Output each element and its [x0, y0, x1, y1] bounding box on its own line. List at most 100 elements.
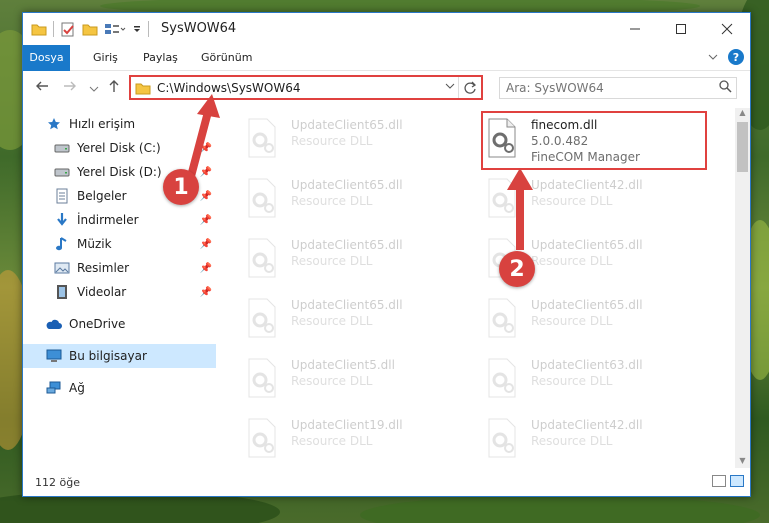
sidebar-item-this-pc[interactable]: Bu bilgisayar [23, 344, 216, 368]
quick-access-toolbar [31, 21, 149, 37]
sidebar-item-label: Hızlı erişim [69, 117, 136, 131]
sidebar-item-pictures[interactable]: Resimler 📌 [23, 256, 216, 280]
file-type: Resource DLL [531, 194, 613, 208]
sidebar-item-label: Bu bilgisayar [69, 349, 147, 363]
navigation-bar: C:\Windows\SysWOW64 [23, 71, 750, 105]
forward-button[interactable] [63, 79, 77, 97]
sidebar-item-label: Yerel Disk (D:) [77, 165, 162, 179]
folder-icon [31, 24, 47, 36]
file-name: UpdateClient42.dll [531, 178, 643, 192]
list-item[interactable]: UpdateClient63.dll Resource DLL [459, 352, 679, 408]
view-options-icon[interactable] [104, 22, 126, 36]
view-switcher [712, 475, 744, 487]
search-icon[interactable] [714, 80, 736, 96]
dll-file-icon [488, 418, 516, 458]
sidebar-item-label: Ağ [69, 381, 85, 395]
sidebar-item-downloads[interactable]: İndirmeler 📌 [23, 208, 216, 232]
list-item[interactable]: UpdateClient65.dll Resource DLL [219, 172, 439, 228]
folder-icon [135, 83, 151, 94]
chevron-down-icon [445, 83, 455, 89]
maximize-button[interactable] [658, 13, 704, 45]
pin-icon[interactable]: 📌 [200, 167, 212, 178]
sidebar-item-quick-access[interactable]: Hızlı erişim [23, 112, 216, 136]
file-type: Resource DLL [291, 374, 373, 388]
address-path[interactable]: C:\Windows\SysWOW64 [157, 81, 442, 95]
up-arrow-icon [109, 80, 119, 92]
ribbon-tabs: Dosya Giriş Paylaş Görünüm ? [23, 45, 750, 101]
scroll-down-arrow[interactable]: ▼ [735, 456, 750, 468]
file-name: UpdateClient65.dll [291, 298, 403, 312]
file-name: UpdateClient19.dll [291, 418, 403, 432]
list-item[interactable]: UpdateClient65.dll Resource DLL [219, 292, 439, 348]
list-item[interactable]: UpdateClient65.dll Resource DLL [459, 232, 679, 288]
list-item[interactable]: UpdateClient65.dll Resource DLL [219, 232, 439, 288]
refresh-button[interactable] [458, 77, 481, 98]
toolbar-divider [148, 21, 149, 37]
pictures-icon [53, 261, 71, 275]
status-bar: 112 öğe [23, 468, 750, 496]
scroll-thumb[interactable] [737, 122, 748, 172]
close-button[interactable] [704, 13, 750, 45]
pin-icon[interactable]: 📌 [200, 215, 212, 226]
cloud-icon [45, 318, 63, 330]
pin-icon[interactable]: 📌 [200, 191, 212, 202]
pin-icon[interactable]: 📌 [200, 287, 212, 298]
properties-icon[interactable] [60, 21, 76, 37]
large-icons-view-button[interactable] [730, 475, 744, 487]
recent-locations-button[interactable] [89, 81, 99, 97]
sidebar-item-network[interactable]: Ağ [23, 376, 216, 400]
file-name: UpdateClient5.dll [291, 358, 395, 372]
list-item[interactable]: UpdateClient42.dll Resource DLL [459, 412, 679, 460]
list-item[interactable]: UpdateClient65.dll Resource DLL [219, 112, 439, 168]
list-item[interactable]: UpdateClient5.dll Resource DLL [219, 352, 439, 408]
dll-file-icon [248, 178, 276, 218]
file-type: Resource DLL [531, 254, 613, 268]
pin-icon[interactable]: 📌 [200, 239, 212, 250]
list-item[interactable]: UpdateClient42.dll Resource DLL [459, 172, 679, 228]
file-name: UpdateClient65.dll [531, 298, 643, 312]
sidebar-item-local-disk-c[interactable]: Yerel Disk (C:) 📌 [23, 136, 216, 160]
dll-file-icon [488, 298, 516, 338]
vertical-scrollbar[interactable]: ▲ ▼ [735, 108, 750, 468]
sidebar-item-music[interactable]: Müzik 📌 [23, 232, 216, 256]
file-highlight-box [481, 111, 707, 170]
list-item[interactable]: UpdateClient19.dll Resource DLL [219, 412, 439, 460]
up-button[interactable] [107, 79, 121, 97]
scroll-up-arrow[interactable]: ▲ [735, 108, 750, 120]
tab-home[interactable]: Giriş [93, 45, 118, 70]
new-folder-icon[interactable] [82, 22, 98, 36]
sidebar-item-videos[interactable]: Videolar 📌 [23, 280, 216, 304]
sidebar-item-label: Müzik [77, 237, 112, 251]
pin-icon[interactable]: 📌 [200, 143, 212, 154]
close-icon [721, 23, 733, 35]
pin-icon[interactable]: 📌 [200, 263, 212, 274]
sidebar-item-label: İndirmeler [77, 213, 139, 227]
star-icon [45, 117, 63, 131]
sidebar-item-label: Resimler [77, 261, 130, 275]
search-box[interactable] [499, 77, 737, 99]
list-item[interactable]: UpdateClient65.dll Resource DLL [459, 292, 679, 348]
expand-ribbon-icon[interactable] [708, 53, 718, 61]
sidebar-item-label: Videolar [77, 285, 127, 299]
step-badge-1: 1 [163, 169, 199, 205]
back-button[interactable] [35, 79, 49, 97]
minimize-button[interactable] [612, 13, 658, 45]
drive-icon [53, 143, 71, 153]
dll-file-icon [248, 118, 276, 158]
help-button[interactable]: ? [728, 49, 744, 65]
customize-toolbar-icon[interactable] [132, 22, 142, 36]
tab-share[interactable]: Paylaş [143, 45, 178, 70]
dll-file-icon [488, 358, 516, 398]
back-arrow-icon [36, 81, 48, 91]
file-name: UpdateClient42.dll [531, 418, 643, 432]
file-name: UpdateClient65.dll [291, 178, 403, 192]
sidebar-item-onedrive[interactable]: OneDrive [23, 312, 216, 336]
music-icon [53, 236, 71, 252]
tab-view[interactable]: Görünüm [201, 45, 252, 70]
search-input[interactable] [500, 80, 714, 96]
address-bar[interactable]: C:\Windows\SysWOW64 [129, 75, 483, 100]
forward-arrow-icon [64, 81, 76, 91]
address-history-button[interactable] [442, 82, 458, 93]
sidebar-item-label: Yerel Disk (C:) [77, 141, 161, 155]
details-view-button[interactable] [712, 475, 726, 487]
